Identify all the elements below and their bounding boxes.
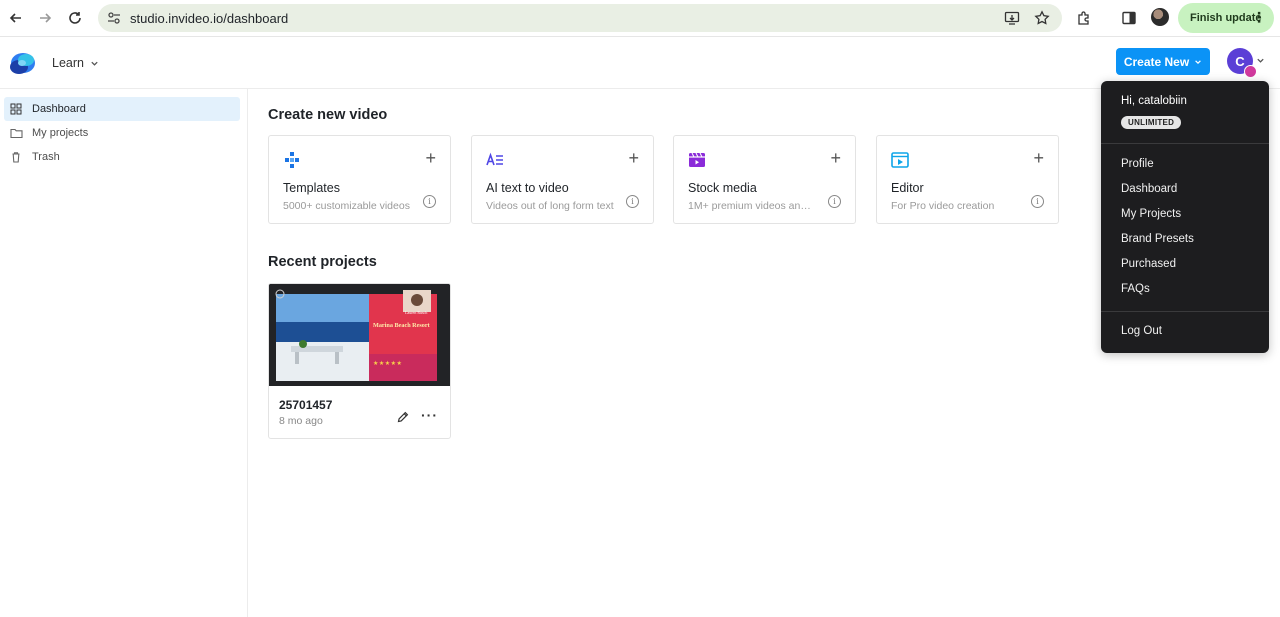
- create-new-button[interactable]: Create New: [1116, 48, 1210, 75]
- avatar-initial: C: [1235, 53, 1245, 69]
- menu-item-profile[interactable]: Profile: [1121, 158, 1154, 170]
- bookmark-star-icon[interactable]: [1032, 8, 1052, 28]
- thumbnail-title: Marina Beach Resort: [373, 322, 430, 329]
- sidebar-item-trash[interactable]: Trash: [4, 145, 240, 169]
- more-options-icon[interactable]: ···: [421, 407, 438, 423]
- menu-divider: [1101, 143, 1269, 144]
- stock-media-card[interactable]: + Stock media 1M+ premium videos and ima…: [673, 135, 856, 224]
- project-thumbnail[interactable]: Lauren Rusch Marina Beach Resort ★★★★★: [269, 284, 450, 386]
- card-description: 5000+ customizable videos: [283, 200, 410, 212]
- side-panel-icon[interactable]: [1118, 7, 1140, 29]
- add-icon[interactable]: +: [1033, 149, 1044, 167]
- site-settings-icon[interactable]: [100, 4, 128, 32]
- add-icon[interactable]: +: [628, 149, 639, 167]
- card-description: 1M+ premium videos and images: [688, 200, 816, 212]
- browser-profile-avatar[interactable]: [1151, 8, 1169, 26]
- app-header: Learn Create New C: [0, 38, 1280, 89]
- menu-item-dashboard[interactable]: Dashboard: [1121, 183, 1177, 195]
- chevron-down-icon: [1195, 59, 1202, 64]
- reload-icon[interactable]: [63, 6, 87, 30]
- invideo-logo-icon[interactable]: [9, 51, 36, 77]
- editor-card[interactable]: + Editor For Pro video creation i: [876, 135, 1059, 224]
- finish-update-label: Finish update: [1190, 12, 1262, 24]
- address-bar[interactable]: studio.invideo.io/dashboard: [98, 4, 1062, 32]
- create-section-title: Create new video: [268, 107, 388, 123]
- editor-icon: [891, 151, 909, 169]
- logout-button[interactable]: Log Out: [1121, 325, 1162, 337]
- sidebar-item-label: My projects: [32, 127, 89, 139]
- grid-icon: [8, 101, 24, 117]
- install-app-icon[interactable]: [1002, 8, 1022, 28]
- menu-item-brand-presets[interactable]: Brand Presets: [1121, 233, 1194, 245]
- stock-media-icon: [688, 151, 706, 169]
- forward-arrow-icon[interactable]: [33, 6, 57, 30]
- project-age: 8 mo ago: [279, 415, 323, 427]
- project-card[interactable]: Lauren Rusch Marina Beach Resort ★★★★★ 2…: [268, 283, 451, 439]
- extensions-icon[interactable]: [1073, 7, 1095, 29]
- plan-badge: UNLIMITED: [1121, 116, 1182, 129]
- back-arrow-icon[interactable]: [4, 6, 28, 30]
- menu-item-my-projects[interactable]: My Projects: [1121, 208, 1181, 220]
- finish-update-button[interactable]: Finish update ⋮: [1178, 3, 1274, 33]
- pencil-icon[interactable]: [396, 410, 410, 424]
- sidebar: Dashboard My projects Trash: [0, 89, 248, 617]
- project-name[interactable]: 25701457: [279, 398, 332, 412]
- menu-divider: [1101, 311, 1269, 312]
- recent-section-title: Recent projects: [268, 254, 377, 270]
- card-title: Stock media: [688, 181, 757, 195]
- trash-icon: [8, 149, 24, 165]
- sidebar-item-label: Trash: [32, 151, 60, 163]
- ai-text-icon: [486, 151, 504, 169]
- sidebar-item-dashboard[interactable]: Dashboard: [4, 97, 240, 121]
- info-icon[interactable]: i: [626, 195, 639, 208]
- templates-card[interactable]: + Templates 5000+ customizable videos i: [268, 135, 451, 224]
- card-title: AI text to video: [486, 181, 569, 195]
- add-icon[interactable]: +: [830, 149, 841, 167]
- info-icon[interactable]: i: [828, 195, 841, 208]
- folder-icon: [8, 125, 24, 141]
- card-description: Videos out of long form text: [486, 200, 614, 212]
- account-menu: Hi, catalobiin UNLIMITED Profile Dashboa…: [1101, 81, 1269, 353]
- add-icon[interactable]: +: [425, 149, 436, 167]
- greeting: Hi, catalobiin: [1121, 95, 1187, 107]
- ai-text-to-video-card[interactable]: + AI text to video Videos out of long fo…: [471, 135, 654, 224]
- star-rating: ★★★★★: [373, 361, 403, 367]
- browser-toolbar: studio.invideo.io/dashboard Finish updat…: [0, 0, 1280, 37]
- create-new-label: Create New: [1123, 54, 1190, 69]
- menu-item-faqs[interactable]: FAQs: [1121, 283, 1150, 295]
- card-title: Templates: [283, 181, 340, 195]
- info-icon[interactable]: i: [1031, 195, 1044, 208]
- sidebar-item-my-projects[interactable]: My projects: [4, 121, 240, 145]
- card-description: For Pro video creation: [891, 200, 995, 212]
- kebab-menu-icon: ⋮: [1252, 9, 1266, 25]
- thumbnail-author: Lauren Rusch: [405, 310, 428, 315]
- chevron-down-icon[interactable]: [1256, 56, 1265, 67]
- card-title: Editor: [891, 181, 924, 195]
- learn-menu[interactable]: Learn: [52, 56, 99, 70]
- info-icon[interactable]: i: [423, 195, 436, 208]
- templates-icon: [283, 151, 301, 169]
- chevron-down-icon: [91, 61, 98, 66]
- url-text[interactable]: studio.invideo.io/dashboard: [130, 11, 288, 26]
- menu-item-purchased[interactable]: Purchased: [1121, 258, 1176, 270]
- learn-label: Learn: [52, 56, 84, 70]
- sidebar-item-label: Dashboard: [32, 103, 86, 115]
